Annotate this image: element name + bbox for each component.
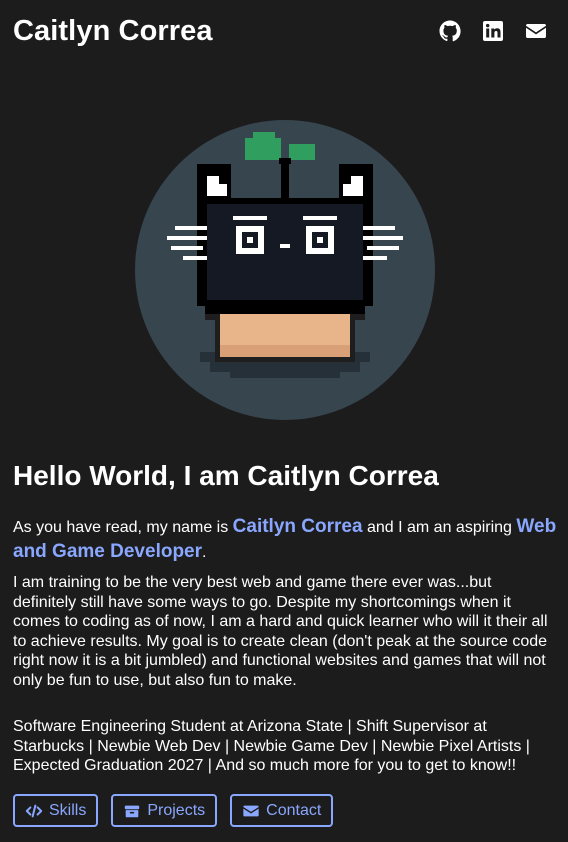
roles-paragraph: Software Engineering Student at Arizona … [13, 718, 530, 774]
social-links [438, 19, 548, 43]
intro-paragraph: As you have read, my name is Caitlyn Cor… [13, 515, 557, 565]
about-paragraph: I am training to be the very best web an… [13, 574, 548, 689]
pixel-cat-in-flowerpot-icon [167, 132, 403, 378]
intro-text: . [202, 544, 207, 561]
highlight-name: Caitlyn Correa [232, 516, 363, 537]
archive-icon [125, 805, 140, 817]
page: Caitlyn Correa Hello World, I am Caitlyn… [0, 0, 568, 842]
intro-text: As you have read, my name is [13, 519, 233, 536]
nav-buttons: Skills Projects Contact [13, 794, 334, 827]
github-icon [439, 20, 461, 42]
projects-button-label: Projects [147, 801, 206, 819]
github-link[interactable] [438, 19, 462, 43]
intro-text: and I am an aspiring [362, 519, 517, 536]
envelope-icon [243, 805, 259, 816]
skills-button[interactable]: Skills [13, 794, 99, 827]
projects-button[interactable]: Projects [111, 794, 218, 827]
intro-heading: Hello World, I am Caitlyn Correa [13, 460, 439, 491]
contact-button-label: Contact [266, 801, 322, 819]
envelope-icon [526, 24, 546, 38]
linkedin-icon [483, 21, 503, 41]
contact-button[interactable]: Contact [230, 794, 334, 827]
code-icon [25, 804, 43, 817]
site-header: Caitlyn Correa [0, 0, 568, 62]
site-title: Caitlyn Correa [13, 15, 213, 47]
profile-avatar [135, 120, 435, 420]
email-link[interactable] [524, 19, 548, 43]
linkedin-link[interactable] [481, 19, 505, 43]
skills-button-label: Skills [49, 801, 87, 819]
